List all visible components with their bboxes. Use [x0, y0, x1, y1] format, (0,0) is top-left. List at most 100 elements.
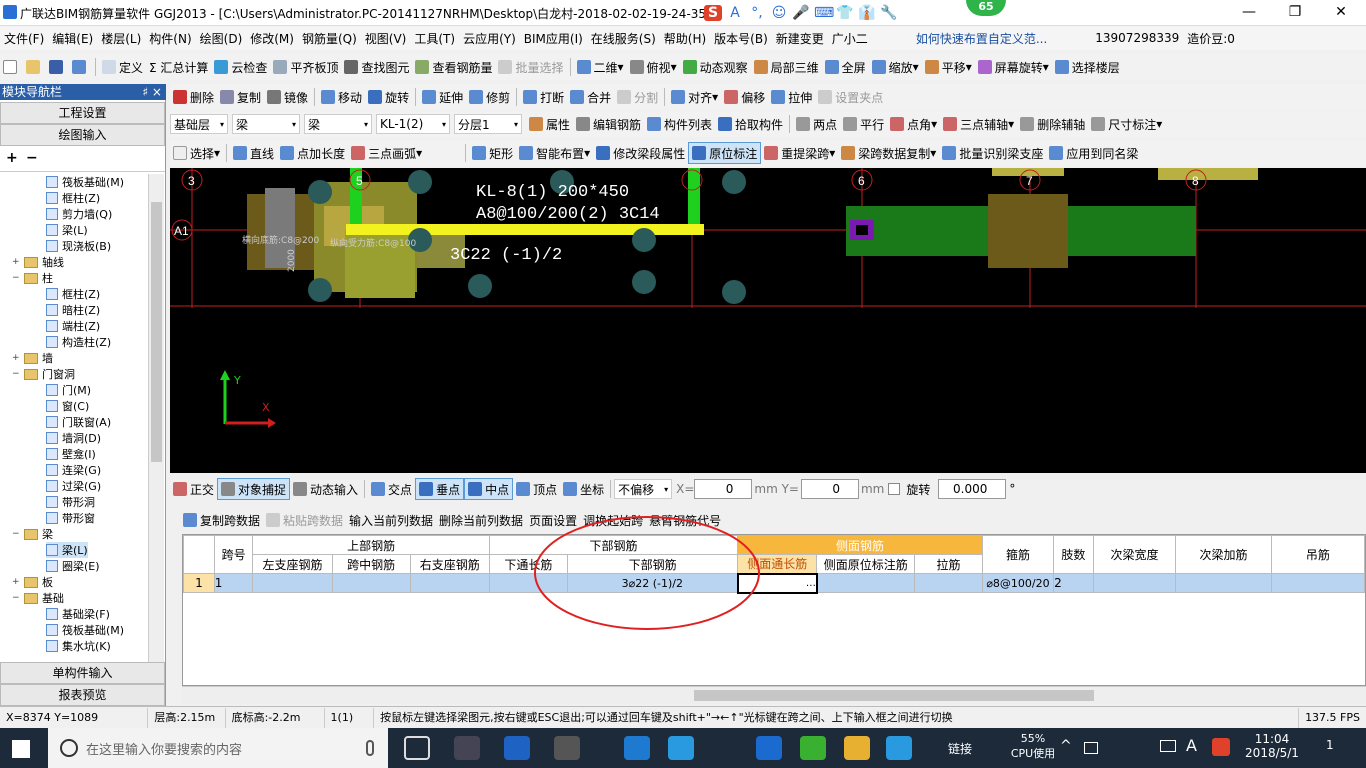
modify-beam-props-button[interactable]: 修改梁段属性: [593, 142, 688, 164]
tree-folder[interactable]: − 基础: [12, 590, 64, 606]
menu-version[interactable]: 版本号(B): [710, 30, 772, 47]
split-button[interactable]: 分割: [614, 86, 661, 108]
three-point-arc-dropdown[interactable]: 三点画弧 ▾: [348, 142, 425, 164]
tree-item[interactable]: 基础梁(F): [46, 606, 110, 622]
layer-select[interactable]: 分层1 ▾: [454, 114, 522, 134]
align-slab-top-button[interactable]: 平齐板顶: [270, 56, 341, 78]
re-extract-span-button[interactable]: 重提梁跨 ▾: [761, 142, 838, 164]
midpoint-snap[interactable]: 中点: [464, 478, 514, 500]
glodon-icon[interactable]: [756, 736, 782, 760]
tree-item[interactable]: 带形洞: [46, 494, 95, 510]
menu-view[interactable]: 视图(V): [361, 30, 411, 47]
nav-pin-icon[interactable]: ♯ ×: [142, 84, 162, 100]
tree-folder[interactable]: − 门窗洞: [12, 366, 75, 382]
shirt-icon[interactable]: 👔: [858, 5, 876, 21]
tree-item[interactable]: 现浇板(B): [46, 238, 111, 254]
clock[interactable]: 11:04 2018/5/1: [1240, 732, 1304, 760]
menu-file[interactable]: 文件(F): [0, 30, 48, 47]
expand-icon[interactable]: −: [12, 273, 22, 283]
dimension-button[interactable]: 尺寸标注 ▾: [1088, 113, 1165, 135]
view-rebar-qty-button[interactable]: 查看钢筋量: [412, 56, 495, 78]
parallel-button[interactable]: 平行: [840, 113, 887, 135]
cell-side-insitu[interactable]: [816, 573, 916, 593]
align-dropdown[interactable]: 对齐 ▾: [668, 86, 721, 108]
pick-component-button[interactable]: 拾取构件: [715, 113, 786, 135]
skin-icon[interactable]: 👕: [836, 5, 854, 21]
pan-dropdown[interactable]: 平移 ▾: [922, 56, 975, 78]
menu-floor[interactable]: 楼层(L): [97, 30, 145, 47]
cell-left-support[interactable]: [252, 573, 333, 593]
copy-span-data-button[interactable]: 复制跨数据: [180, 509, 263, 531]
menu-tools[interactable]: 工具(T): [410, 30, 459, 47]
wrench-icon[interactable]: 🔧: [880, 5, 898, 21]
maximize-button[interactable]: ❐: [1272, 0, 1318, 26]
mic-icon[interactable]: [366, 740, 374, 756]
offset-select[interactable]: 不偏移 ▾: [614, 479, 673, 499]
browser-green-icon[interactable]: [800, 736, 826, 760]
batch-identify-support-button[interactable]: 批量识别梁支座: [939, 142, 1046, 164]
active-app-icon[interactable]: [886, 736, 912, 760]
set-grip-button[interactable]: 设置夹点: [815, 86, 886, 108]
cell-legs[interactable]: 2: [1053, 573, 1094, 593]
tree-item[interactable]: 过梁(G): [46, 478, 101, 494]
tree-scrollbar[interactable]: [148, 174, 164, 666]
trim-button[interactable]: 修剪: [466, 86, 513, 108]
coordinate-snap[interactable]: 坐标: [560, 478, 607, 500]
menu-online[interactable]: 在线服务(S): [587, 30, 660, 47]
dynamic-view-button[interactable]: 动态观察: [680, 56, 751, 78]
smart-layout-dropdown[interactable]: 智能布置 ▾: [516, 142, 593, 164]
close-button[interactable]: ✕: [1318, 0, 1364, 26]
lang-indicator[interactable]: A: [1186, 736, 1197, 755]
tree-folder[interactable]: + 墙: [12, 350, 53, 366]
three-point-axis-button[interactable]: 三点辅轴 ▾: [940, 113, 1017, 135]
single-component-input-button[interactable]: 单构件输入: [0, 662, 165, 684]
undo-icon[interactable]: [69, 56, 92, 78]
top-view-dropdown[interactable]: 俯视 ▾: [627, 56, 680, 78]
menu-help[interactable]: 帮助(H): [660, 30, 710, 47]
grid-hscrollbar[interactable]: [182, 686, 1366, 704]
tree-folder[interactable]: − 梁: [12, 526, 53, 542]
cell-tie[interactable]: [914, 573, 983, 593]
expand-icon[interactable]: −: [12, 593, 22, 603]
tree-item[interactable]: 门(M): [46, 382, 91, 398]
batch-select-button[interactable]: 批量选择: [495, 56, 566, 78]
y-input[interactable]: 0: [800, 479, 859, 499]
tree-item[interactable]: 梁(L): [46, 222, 88, 238]
tree-item[interactable]: 门联窗(A): [46, 414, 111, 430]
ortho-toggle[interactable]: 正交: [170, 478, 217, 500]
stretch-button[interactable]: 拉伸: [768, 86, 815, 108]
apply-same-name-button[interactable]: 应用到同名梁: [1046, 142, 1141, 164]
report-preview-button[interactable]: 报表预览: [0, 684, 165, 706]
tree-item[interactable]: 暗柱(Z): [46, 302, 100, 318]
expand-all-icon[interactable]: +: [6, 150, 18, 166]
cloud-check-button[interactable]: 云检查: [211, 56, 270, 78]
extend-button[interactable]: 延伸: [419, 86, 466, 108]
delete-axis-button[interactable]: 删除辅轴: [1017, 113, 1088, 135]
tree-item[interactable]: 筏板基础(M): [46, 622, 124, 638]
open-folder-icon[interactable]: [23, 56, 46, 78]
vertex-snap[interactable]: 顶点: [513, 478, 560, 500]
minimize-button[interactable]: —: [1226, 0, 1272, 26]
rectangle-button[interactable]: 矩形: [469, 142, 516, 164]
edit-rebar-button[interactable]: 编辑钢筋: [573, 113, 644, 135]
tree-item[interactable]: 构造柱(Z): [46, 334, 111, 350]
type-select-2[interactable]: 梁 ▾: [304, 114, 372, 134]
line-button[interactable]: 直线: [230, 142, 277, 164]
expand-icon[interactable]: −: [12, 369, 22, 379]
windows-start-icon[interactable]: [12, 740, 30, 758]
perpendicular-snap[interactable]: 垂点: [415, 478, 465, 500]
floor-select[interactable]: 基础层 ▾: [170, 114, 228, 134]
component-select[interactable]: KL-1(2) ▾: [376, 114, 450, 134]
break-button[interactable]: 打断: [520, 86, 567, 108]
emoji-icon[interactable]: ☺: [770, 5, 788, 21]
dynamic-input-toggle[interactable]: 动态输入: [290, 478, 361, 500]
view-2d-dropdown[interactable]: 二维 ▾: [574, 56, 627, 78]
keyboard-icon[interactable]: ⌨: [814, 5, 834, 21]
tree-item[interactable]: 筏板基础(M): [46, 174, 124, 190]
tree-item[interactable]: 剪力墙(Q): [46, 206, 112, 222]
taskbar-search[interactable]: 在这里输入你要搜索的内容: [48, 728, 388, 768]
tree-item[interactable]: 带形窗: [46, 510, 95, 526]
tree-folder[interactable]: − 柱: [12, 270, 53, 286]
collapse-all-icon[interactable]: −: [26, 150, 38, 166]
tree-item[interactable]: 壁龛(I): [46, 446, 96, 462]
